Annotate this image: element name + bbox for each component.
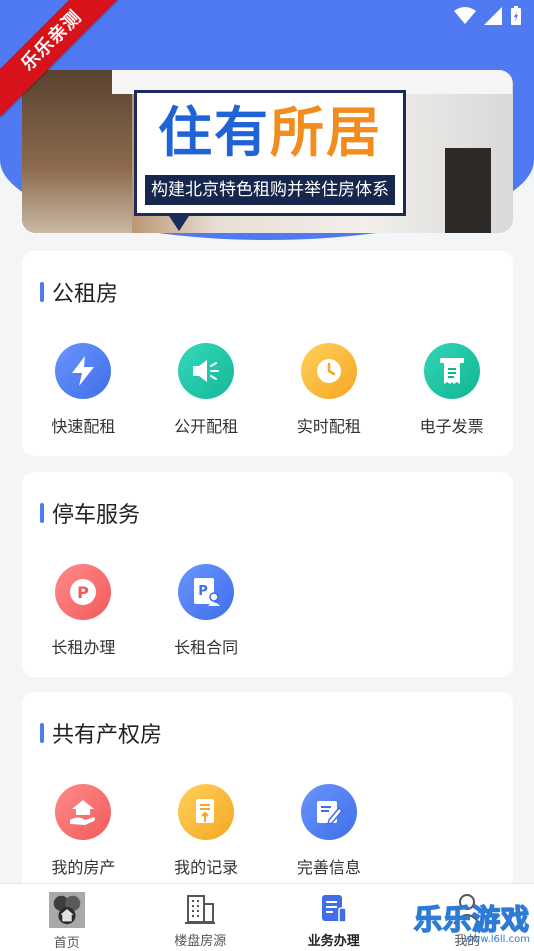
receipt-icon [423, 343, 480, 399]
house-hand-icon [55, 784, 112, 840]
service-item-label: 我的房产 [51, 858, 116, 877]
watermark-text: 乐乐游戏 [413, 902, 530, 937]
section-parking: 停车服务 P 长租办理 P 长租合同 [22, 472, 513, 677]
section-title-bar [40, 723, 44, 743]
building-icon [185, 895, 216, 924]
section-title-bar [40, 503, 44, 523]
svg-text:P: P [198, 584, 208, 599]
section-title-bar [40, 282, 44, 302]
section-public-rental: 公租房 快速配租 公开配租 实时配租 电子发票 [22, 251, 513, 456]
banner-title-part2: 所居 [270, 101, 382, 164]
nav-label: 首页 [53, 936, 80, 951]
service-item-label: 完善信息 [296, 858, 361, 877]
nav-item-business[interactable]: 业务办理 [267, 884, 401, 951]
banner-title-part1: 住有 [158, 101, 270, 164]
wifi-icon [454, 7, 476, 24]
service-item-long-term-contract[interactable]: P 长租合同 [145, 564, 268, 658]
service-item-public-rental[interactable]: 公开配租 [145, 343, 268, 437]
section-title: 共有产权房 [40, 718, 162, 748]
banner-door [445, 148, 491, 233]
banner-subtitle: 构建北京特色租购并举住房体系 [145, 175, 395, 205]
nav-label: 业务办理 [307, 934, 360, 949]
banner[interactable]: 住有所居 构建北京特色租购并举住房体系 [22, 70, 513, 233]
service-item-label: 快速配租 [51, 417, 116, 436]
section-title: 公租房 [40, 277, 118, 307]
nav-item-listings[interactable]: 楼盘房源 [134, 884, 268, 951]
parking-contract-icon: P [178, 564, 235, 620]
banner-room-image [22, 70, 132, 233]
service-item-my-property[interactable]: 我的房产 [22, 784, 145, 878]
section-shared-property: 共有产权房 我的房产 我的记录 完善信息 [22, 692, 513, 892]
banner-title: 住有所居 [137, 103, 403, 163]
signal-icon [484, 7, 502, 25]
section-title: 停车服务 [40, 498, 140, 528]
svg-text:P: P [78, 583, 90, 602]
service-item-long-term-apply[interactable]: P 长租办理 [22, 564, 145, 658]
watermark: 乐乐游戏 www.l6ll.com [413, 898, 530, 945]
nav-item-home[interactable]: 首页 [0, 884, 134, 951]
banner-sign-tail [167, 213, 191, 231]
lightning-icon [55, 343, 112, 399]
home-icon [48, 892, 85, 928]
service-item-label: 长租合同 [174, 638, 239, 657]
service-item-e-invoice[interactable]: 电子发票 [390, 343, 513, 437]
megaphone-icon [178, 343, 235, 399]
service-item-complete-info[interactable]: 完善信息 [268, 784, 391, 878]
document-icon [178, 784, 235, 840]
service-item-label: 我的记录 [174, 858, 239, 877]
clock-icon [300, 343, 357, 399]
edit-form-icon [300, 784, 357, 840]
parking-icon: P [55, 564, 112, 620]
section-title-text: 公租房 [52, 282, 119, 307]
service-item-label: 实时配租 [296, 417, 361, 436]
banner-sign: 住有所居 构建北京特色租购并举住房体系 [134, 90, 406, 231]
section-title-text: 停车服务 [52, 503, 141, 528]
service-item-realtime-rental[interactable]: 实时配租 [268, 343, 391, 437]
service-item-label: 长租办理 [51, 638, 116, 657]
service-item-quick-rental[interactable]: 快速配租 [22, 343, 145, 437]
business-icon [321, 895, 347, 923]
nav-label: 楼盘房源 [174, 934, 227, 949]
service-item-my-records[interactable]: 我的记录 [145, 784, 268, 878]
section-title-text: 共有产权房 [52, 723, 163, 748]
service-item-label: 公开配租 [174, 417, 239, 436]
service-item-label: 电子发票 [419, 417, 484, 436]
battery-icon [511, 6, 521, 25]
